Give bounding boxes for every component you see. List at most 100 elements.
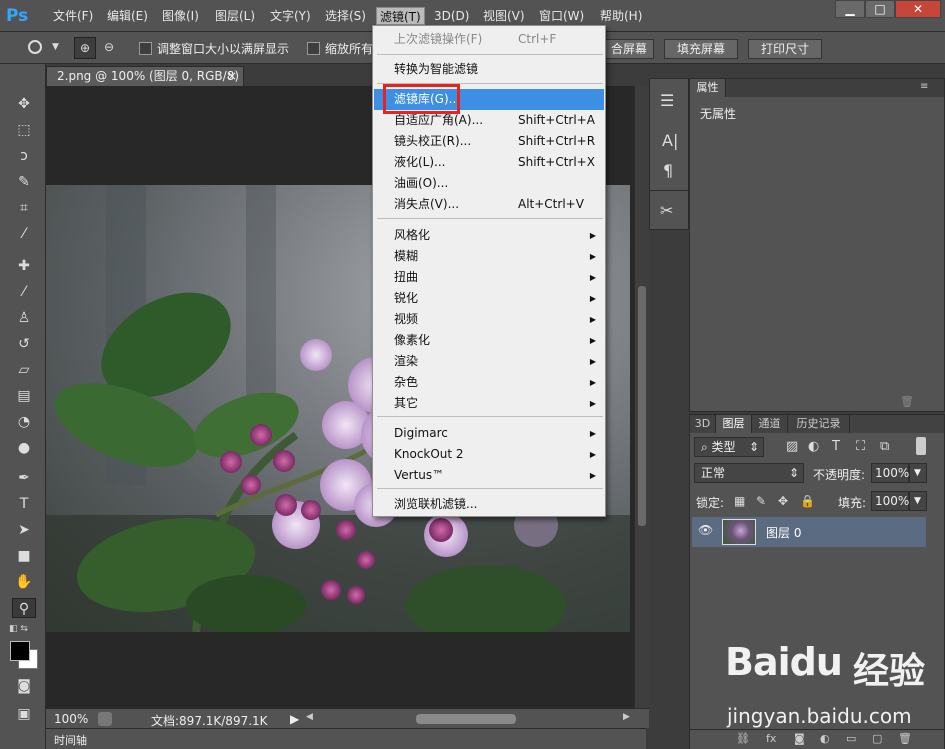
close-tab-icon[interactable]: × [227,67,237,86]
menu-item-vertus[interactable]: Vertus™ ▶ [374,465,604,486]
menu-item-render[interactable]: 渲染 ▶ [374,351,604,372]
properties-trash-icon[interactable]: 🗑 [900,395,914,408]
menu-item-other[interactable]: 其它 ▶ [374,393,604,414]
panel-menu-icon[interactable]: ≡ [920,81,928,92]
dodge-tool-icon[interactable]: ● [12,438,36,458]
minimize-button[interactable]: ▁ [835,0,865,18]
fill-dropdown-icon[interactable]: ▼ [909,491,927,511]
history-brush-tool-icon[interactable]: ↺ [12,334,36,354]
menu-file[interactable]: 文件(F) [50,7,96,25]
lasso-tool-icon[interactable]: ↄ [12,146,36,166]
menu-item-distort[interactable]: 扭曲 ▶ [374,267,604,288]
tab-layers[interactable]: 图层 [716,415,752,433]
foreground-color-swatch[interactable] [10,641,30,661]
opacity-dropdown-icon[interactable]: ▼ [909,463,927,483]
layer-row[interactable]: 👁 图层 0 [692,517,926,547]
filter-type-icon[interactable]: T [832,439,840,454]
menu-select[interactable]: 选择(S) [322,7,369,25]
layer-name[interactable]: 图层 0 [766,524,801,541]
zoom-out-icon[interactable]: ⊖ [98,37,120,59]
menu-view[interactable]: 视图(V) [480,7,528,25]
horizontal-scroll-thumb[interactable] [416,714,516,724]
blend-mode-select[interactable]: 正常 ⇕ [694,463,804,483]
timeline-panel[interactable]: 时间轴 [46,728,646,749]
screen-mode-icon[interactable]: ▣ [12,704,36,724]
menu-item-digimarc[interactable]: Digimarc ▶ [374,423,604,444]
blur-tool-icon[interactable]: ◔ [12,412,36,432]
menu-type[interactable]: 文字(Y) [267,7,314,25]
scroll-left-icon[interactable]: ◀ [306,712,313,722]
zoom-tool-icon[interactable] [28,40,42,54]
filter-toggle-switch[interactable] [916,437,926,455]
fill-screen-button[interactable]: 填充屏幕 [664,39,738,59]
lock-transparent-icon[interactable]: ▦ [734,494,745,508]
zoom-tool-selected-icon[interactable]: ⚲ [12,598,36,618]
quick-select-tool-icon[interactable]: ✎ [12,172,36,192]
hand-tool-icon[interactable]: ✋ [12,572,36,592]
menu-filter[interactable]: 滤镜(T) [376,7,425,25]
menu-item-blur[interactable]: 模糊 ▶ [374,246,604,267]
zoom-all-checkbox[interactable] [307,42,320,55]
eraser-tool-icon[interactable]: ▱ [12,360,36,380]
quick-mask-icon[interactable]: ◙ [12,676,36,696]
menu-layer[interactable]: 图层(L) [212,7,258,25]
fill-input[interactable]: 100% [871,491,909,511]
layer-filter-kind[interactable]: ⌕ 类型 ⇕ [694,437,764,457]
maximize-button[interactable]: □ [865,0,895,18]
healing-brush-tool-icon[interactable]: ✚ [12,256,36,276]
pen-tool-icon[interactable]: ✒ [12,468,36,488]
menu-item-lens-correction[interactable]: 镜头校正(R)... Shift+Ctrl+R [374,131,604,152]
status-menu-arrow-icon[interactable]: ▶ [290,712,299,726]
tab-history[interactable]: 历史记录 [788,415,850,433]
menu-edit[interactable]: 编辑(E) [104,7,151,25]
menu-image[interactable]: 图像(I) [159,7,202,25]
menu-item-last-filter[interactable]: 上次滤镜操作(F) Ctrl+F [374,29,604,50]
zoom-in-icon[interactable]: ⊕ [74,37,96,59]
crop-tool-icon[interactable]: ⌗ [12,198,36,218]
brush-tool-icon[interactable]: ⁄ [12,282,36,302]
shape-tool-icon[interactable]: ■ [12,546,36,566]
type-tool-icon[interactable]: T [12,494,36,514]
menu-help[interactable]: 帮助(H) [597,7,645,25]
menu-item-convert-smart-filter[interactable]: 转换为智能滤镜 [374,59,604,80]
menu-item-sharpen[interactable]: 锐化 ▶ [374,288,604,309]
filter-adjustment-icon[interactable]: ◐ [808,439,819,454]
tool-preset-dropdown-icon[interactable]: ▼ [52,42,59,52]
clone-stamp-tool-icon[interactable]: ♙ [12,308,36,328]
fit-screen-button[interactable]: 合屏幕 [598,39,654,59]
scroll-right-icon[interactable]: ▶ [623,712,630,722]
menu-item-noise[interactable]: 杂色 ▶ [374,372,604,393]
document-tab[interactable]: 2.png @ 100% (图层 0, RGB/8) × [46,66,244,86]
move-tool-icon[interactable]: ✥ [12,94,36,114]
close-button[interactable]: ✕ [895,0,941,18]
tab-3d[interactable]: 3D [690,415,716,433]
lock-image-icon[interactable]: ✎ [756,494,766,508]
paragraph-icon[interactable]: ¶ [663,161,673,180]
gradient-tool-icon[interactable]: ▤ [12,386,36,406]
filter-smart-object-icon[interactable]: ⧉ [880,439,889,454]
opacity-input[interactable]: 100% [871,463,909,483]
properties-tab[interactable]: 属性 [690,79,726,97]
menu-item-pixelate[interactable]: 像素化 ▶ [374,330,604,351]
layer-visibility-eye-icon[interactable]: 👁 [698,523,713,537]
zoom-level[interactable]: 100% [54,712,88,726]
menu-3d[interactable]: 3D(D) [431,7,472,25]
tool-presets-icon[interactable]: ✂ [660,201,673,220]
histogram-icon[interactable]: ☰ [660,91,674,110]
resize-windows-checkbox[interactable] [139,42,152,55]
menu-item-liquify[interactable]: 液化(L)... Shift+Ctrl+X [374,152,604,173]
menu-window[interactable]: 窗口(W) [536,7,587,25]
filter-pixel-icon[interactable]: ▨ [786,439,798,454]
vertical-scrollbar[interactable] [634,86,649,708]
menu-item-oil-paint[interactable]: 油画(O)... [374,173,604,194]
menu-item-knockout[interactable]: KnockOut 2 ▶ [374,444,604,465]
menu-item-vanishing-point[interactable]: 消失点(V)... Alt+Ctrl+V [374,194,604,215]
eyedropper-tool-icon[interactable]: ⁄ [12,224,36,244]
menu-item-browse-online-filters[interactable]: 浏览联机滤镜... [374,494,604,515]
vertical-scroll-thumb[interactable] [638,286,646,526]
print-size-button[interactable]: 打印尺寸 [748,39,822,59]
character-icon[interactable]: A| [662,131,678,150]
path-select-tool-icon[interactable]: ➤ [12,520,36,540]
menu-item-stylize[interactable]: 风格化 ▶ [374,225,604,246]
filter-shape-icon[interactable]: ⛶ [856,439,865,454]
